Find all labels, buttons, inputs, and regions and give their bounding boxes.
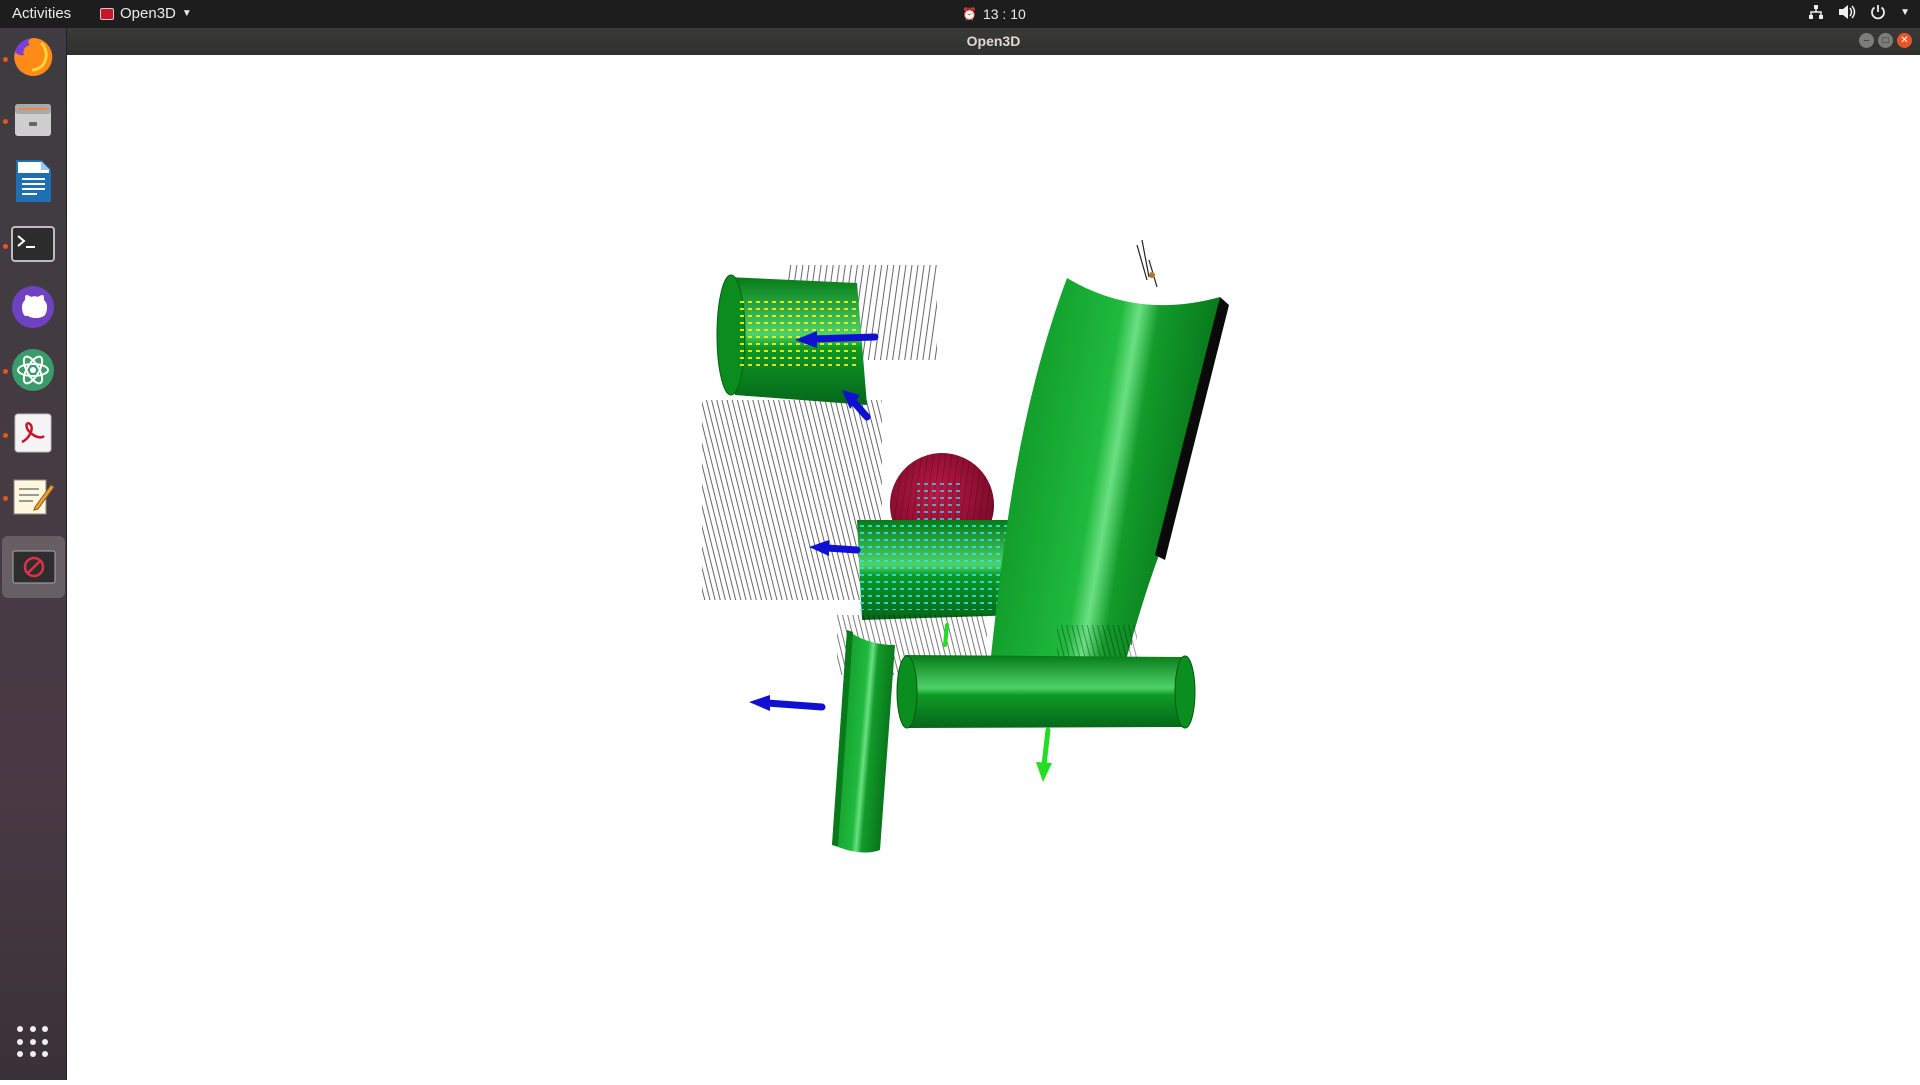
maximize-button[interactable]: □ — [1878, 33, 1893, 48]
chevron-down-icon[interactable]: ▼ — [1900, 7, 1910, 18]
github-icon — [12, 286, 54, 328]
dock-atom[interactable] — [9, 346, 57, 394]
clock[interactable]: ⏰ 13 : 10 — [962, 6, 1026, 22]
dock-document-viewer[interactable] — [9, 409, 57, 457]
firefox-icon — [14, 37, 53, 76]
dock-text-editor[interactable] — [9, 472, 57, 520]
minimize-button[interactable]: – — [1859, 33, 1874, 48]
show-applications-button[interactable] — [17, 1026, 49, 1058]
open3d-app-icon — [100, 7, 114, 20]
running-indicator — [3, 119, 8, 124]
open3d-app-icon — [12, 550, 55, 584]
clock-time: 13 : 10 — [982, 6, 1026, 22]
power-icon[interactable] — [1870, 4, 1886, 20]
volume-icon[interactable] — [1838, 4, 1856, 20]
open3d-viewport[interactable] — [67, 55, 1920, 1080]
antenna-detail — [1136, 239, 1158, 288]
dock-terminal[interactable] — [9, 220, 57, 268]
chevron-down-icon: ▼ — [181, 8, 192, 19]
running-indicator — [3, 244, 8, 249]
running-indicator — [3, 433, 8, 438]
dock-files[interactable] — [9, 95, 57, 143]
atom-icon — [12, 349, 54, 391]
files-icon — [15, 104, 51, 136]
alarm-icon: ⏰ — [962, 7, 977, 21]
window-titlebar[interactable]: Open3D – □ ✕ — [67, 28, 1920, 55]
text-editor-icon — [13, 479, 55, 515]
app-menu-label: Open3D — [120, 5, 176, 22]
window-title: Open3D — [966, 33, 1021, 49]
running-indicator — [3, 496, 8, 501]
libreoffice-writer-icon — [16, 160, 51, 202]
activities-button[interactable]: Activities — [12, 5, 71, 22]
3d-scene[interactable] — [67, 55, 1920, 1080]
system-tray[interactable]: ▼ — [1808, 4, 1910, 20]
document-viewer-icon — [14, 413, 52, 453]
close-button[interactable]: ✕ — [1897, 33, 1912, 48]
dock-libreoffice-writer[interactable] — [9, 157, 57, 205]
bottom-cylinder — [896, 655, 1196, 729]
top-bar: Activities Open3D ▼ ⏰ 13 : 10 ▼ — [0, 0, 1920, 28]
terminal-icon — [11, 226, 55, 262]
dock-open3d[interactable] — [2, 536, 65, 598]
running-indicator — [3, 57, 8, 62]
app-menu[interactable]: Open3D ▼ — [100, 5, 192, 22]
running-indicator — [3, 369, 8, 374]
network-icon[interactable] — [1808, 4, 1824, 20]
dock-firefox[interactable] — [9, 33, 57, 81]
window-controls: – □ ✕ — [1859, 33, 1912, 48]
curved-band — [987, 278, 1229, 703]
dock-github-desktop[interactable] — [9, 283, 57, 331]
dock — [0, 28, 67, 1080]
